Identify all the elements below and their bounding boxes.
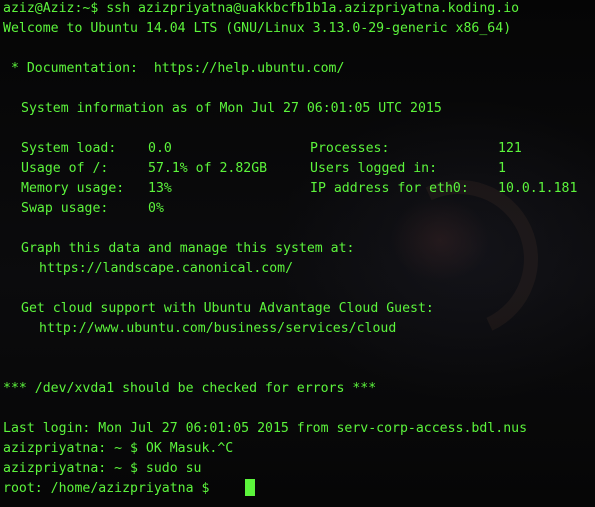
- welcome-line: Welcome to Ubuntu 14.04 LTS (GNU/Linux 3…: [3, 21, 512, 36]
- graph-data-line: Graph this data and manage this system a…: [21, 241, 355, 256]
- sudo-command-line: azizpriyatna: ~ $ sudo su: [3, 461, 202, 476]
- ssh-command-line: aziz@Aziz:~$ ssh azizpriyatna@uakkbcfb1b…: [3, 1, 520, 16]
- ip-address-value: 10.0.1.181: [498, 181, 578, 196]
- memory-usage-label: Memory usage:: [21, 181, 125, 196]
- documentation-line: * Documentation: https://help.ubuntu.com…: [3, 61, 345, 76]
- users-logged-in-label: Users logged in:: [310, 161, 438, 176]
- cloud-support-line: Get cloud support with Ubuntu Advantage …: [21, 301, 434, 316]
- memory-usage-value: 13%: [148, 181, 172, 196]
- system-load-value: 0.0: [148, 141, 172, 156]
- disk-usage-label: Usage of /:: [21, 161, 109, 176]
- cloud-url: http://www.ubuntu.com/business/services/…: [39, 321, 397, 336]
- system-info-line: System information as of Mon Jul 27 06:0…: [21, 101, 442, 116]
- disk-usage-value: 57.1% of 2.82GB: [148, 161, 268, 176]
- ip-address-label: IP address for eth0:: [310, 181, 469, 196]
- terminal-window[interactable]: aziz@Aziz:~$ ssh azizpriyatna@uakkbcfb1b…: [0, 0, 595, 507]
- landscape-url: https://landscape.canonical.com/: [39, 261, 294, 276]
- processes-value: 121: [498, 141, 522, 156]
- system-load-label: System load:: [21, 141, 117, 156]
- root-prompt: root: /home/azizpriyatna $: [3, 481, 218, 496]
- swap-usage-label: Swap usage:: [21, 201, 109, 216]
- last-login-line: Last login: Mon Jul 27 06:01:05 2015 fro…: [3, 421, 528, 436]
- text-cursor[interactable]: [245, 479, 255, 496]
- processes-label: Processes:: [310, 141, 390, 156]
- users-logged-in-value: 1: [498, 161, 506, 176]
- command-prompt-line: azizpriyatna: ~ $ OK Masuk.^C: [3, 441, 234, 456]
- swap-usage-value: 0%: [148, 201, 164, 216]
- disk-warning-line: *** /dev/xvda1 should be checked for err…: [3, 381, 377, 396]
